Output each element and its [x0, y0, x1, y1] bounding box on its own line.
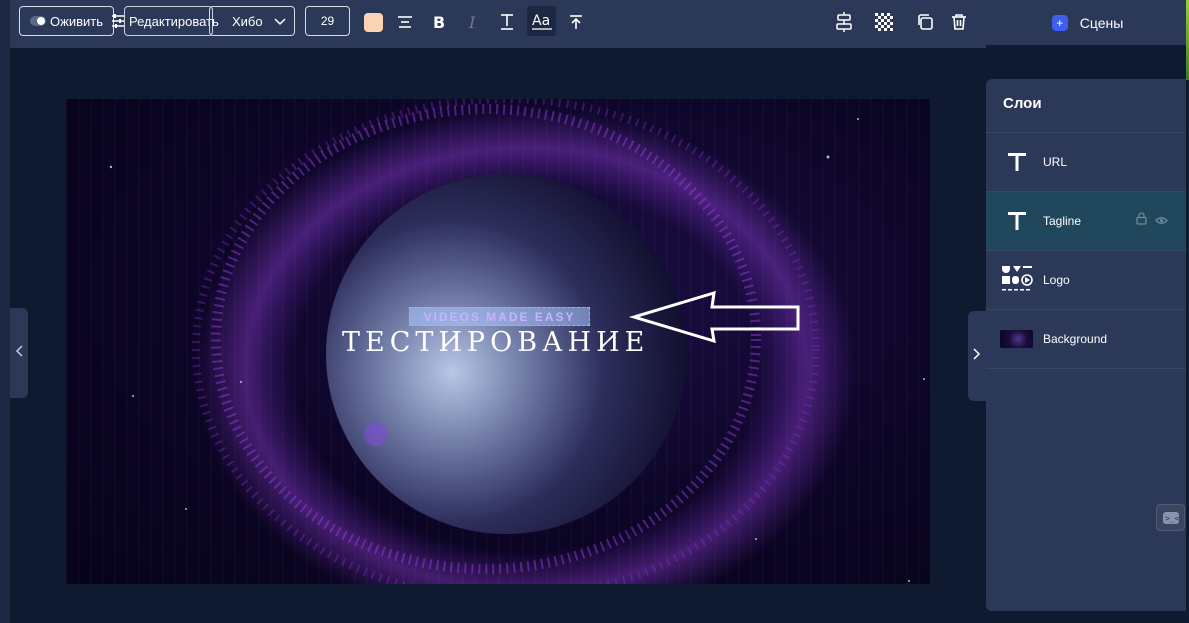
layer-label: Tagline	[1043, 214, 1082, 228]
plus-icon: +	[1051, 14, 1068, 31]
text-color-button[interactable]	[359, 8, 387, 36]
title-text[interactable]: ТЕСТИРОВАНИЕ	[342, 327, 662, 358]
left-panel-toggle[interactable]	[10, 308, 28, 398]
font-size-input[interactable]: 29	[305, 6, 350, 36]
edit-label: Редактировать	[129, 13, 219, 29]
align-vertical-icon[interactable]	[830, 8, 858, 36]
text-icon	[1000, 146, 1033, 179]
tagline-text-selected[interactable]: VIDEOS MADE EASY	[409, 307, 590, 326]
layer-label: URL	[1043, 155, 1068, 169]
arrow-annotation	[628, 290, 800, 344]
video-canvas[interactable]: VIDEOS MADE EASY ТЕСТИРОВАНИЕ	[66, 99, 930, 584]
layers-panel: Слои URL Tagline Logo Background	[986, 79, 1186, 611]
sliders-icon	[111, 13, 125, 32]
layer-actions	[1136, 212, 1168, 230]
lock-icon[interactable]	[1136, 212, 1147, 230]
align-top-icon[interactable]	[562, 8, 590, 36]
svg-text:>_<: >_<	[1165, 514, 1180, 523]
svg-text:Aa: Aa	[532, 13, 550, 29]
animate-label: Оживить	[50, 13, 103, 29]
top-toolbar: Оживить Редактировать Хибо 29 B I Aa	[10, 0, 986, 48]
text-case-icon[interactable]: Aa	[527, 6, 556, 36]
text-height-icon[interactable]	[493, 8, 521, 36]
assistant-widget-icon[interactable]: >_<	[1156, 504, 1185, 531]
trash-icon[interactable]	[945, 8, 973, 36]
color-swatch	[363, 12, 383, 32]
italic-icon[interactable]: I	[460, 8, 488, 36]
scenes-label: Сцены	[1079, 14, 1124, 31]
font-select[interactable]: Хибо	[209, 6, 295, 36]
svg-text:B: B	[433, 14, 445, 30]
font-label: Хибо	[232, 13, 263, 29]
toggle-icon	[30, 16, 47, 26]
layer-item-logo[interactable]: Logo	[986, 251, 1186, 310]
text-icon	[1000, 205, 1033, 238]
logo-shapes-icon	[1000, 264, 1033, 297]
layer-item-url[interactable]: URL	[986, 133, 1186, 192]
chevron-right-icon	[973, 347, 981, 365]
layer-item-tagline[interactable]: Tagline	[986, 192, 1186, 251]
animate-button[interactable]: Оживить	[19, 6, 114, 36]
layers-title: Слои	[986, 79, 1186, 133]
background-thumbnail	[1000, 323, 1033, 356]
chevron-left-icon	[15, 344, 23, 362]
left-gutter	[0, 0, 10, 623]
align-center-icon[interactable]	[391, 8, 419, 36]
font-size-value: 29	[320, 14, 335, 28]
right-panel-toggle[interactable]	[968, 311, 986, 401]
edit-button[interactable]: Редактировать	[112, 6, 219, 36]
scenes-button[interactable]: + Сцены	[986, 0, 1189, 45]
svg-text:I: I	[468, 14, 476, 30]
layer-label: Background	[1043, 332, 1108, 346]
eye-icon[interactable]	[1155, 212, 1168, 230]
duplicate-icon[interactable]	[911, 8, 939, 36]
transparency-icon[interactable]	[870, 8, 898, 36]
chevron-down-icon	[274, 14, 286, 29]
bold-icon[interactable]: B	[425, 8, 453, 36]
layer-item-background[interactable]: Background	[986, 310, 1186, 369]
layer-label: Logo	[1043, 273, 1070, 287]
